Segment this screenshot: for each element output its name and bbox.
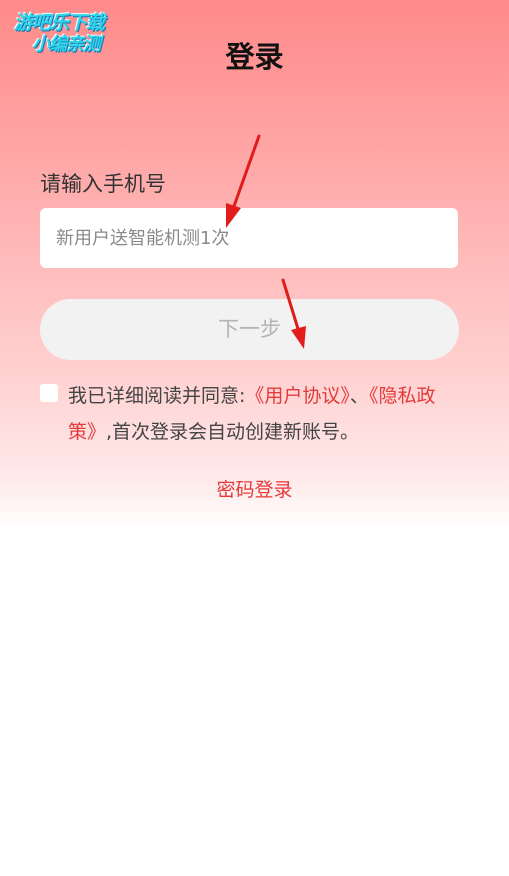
agreement-separator: 、 [349,385,369,407]
password-login-link[interactable]: 密码登录 [0,475,509,502]
phone-input[interactable] [40,208,458,268]
next-button[interactable]: 下一步 [40,299,459,360]
agreement-prefix: 我已详细阅读并同意: [68,385,246,407]
agreement-text: 我已详细阅读并同意:《用户协议》、《隐私政策》,首次登录会自动创建新账号。 [68,378,468,450]
page-title: 登录 [225,40,284,74]
phone-label: 请输入手机号 [40,172,166,196]
agreement-suffix: ,首次登录会自动创建新账号。 [106,421,360,443]
agree-checkbox[interactable] [40,384,58,402]
user-agreement-link[interactable]: 《用户协议》 [245,385,350,407]
watermark-line-1: 游吧乐下载 [14,12,105,34]
